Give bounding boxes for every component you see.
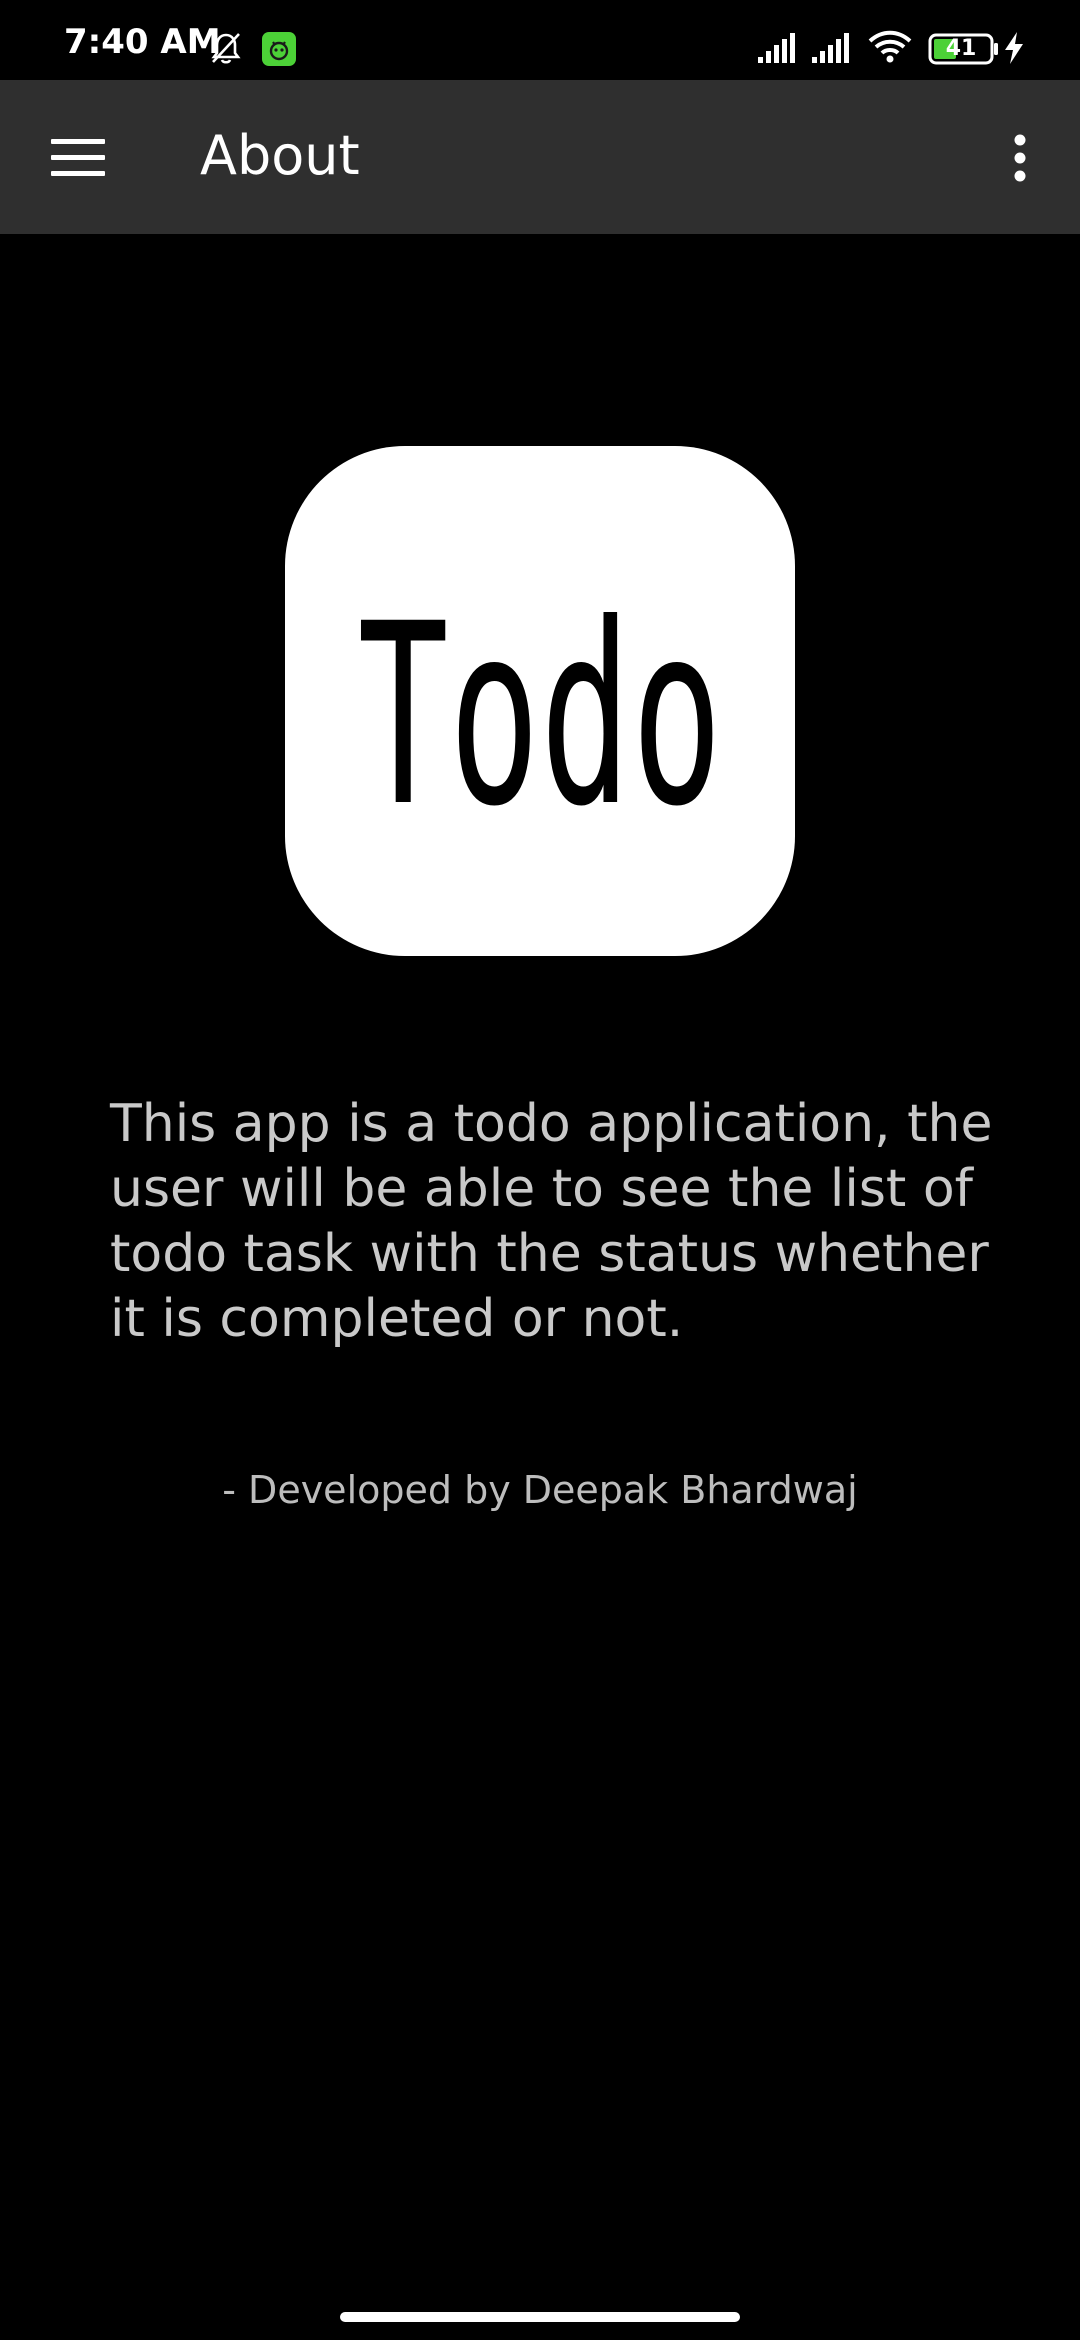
status-bar: 7:40 AM 41 [0, 0, 1080, 80]
logo-wordmark: Todo [358, 570, 723, 861]
signal-icon [812, 33, 856, 67]
battery-level: 41 [945, 36, 977, 61]
overflow-menu-button[interactable] [990, 116, 1050, 200]
wifi-icon [868, 30, 912, 68]
status-time: 7:40 AM [64, 22, 221, 62]
charging-icon [1003, 32, 1025, 68]
gesture-navigation-bar[interactable] [340, 2312, 740, 2322]
more-vert-icon [1014, 134, 1026, 182]
app-notification-icon [262, 32, 296, 70]
signal-icon [758, 33, 802, 67]
logo-text: Todo [358, 570, 723, 861]
about-description: This app is a todo application, the user… [110, 1094, 993, 1349]
app-bar: About [0, 80, 1080, 234]
hamburger-menu-icon [51, 139, 105, 176]
bell-muted-icon [208, 30, 244, 70]
menu-button[interactable] [28, 116, 128, 200]
developer-credit: - Developed by Deepak Bhardwaj [222, 1468, 858, 1512]
page-title: About [200, 124, 360, 187]
app-logo: Todo [285, 446, 795, 956]
